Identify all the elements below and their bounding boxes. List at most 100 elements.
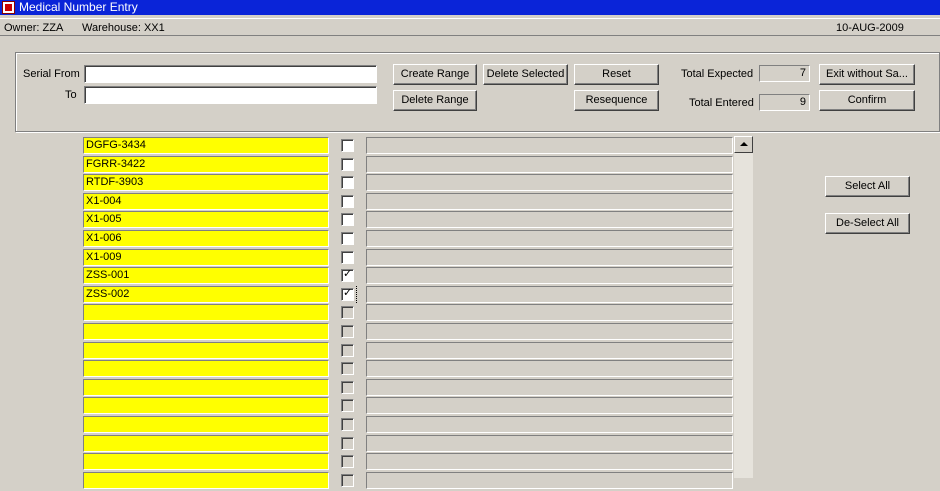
table-row: [0, 323, 760, 342]
info-bar: Owner: ZZA Warehouse: XX1 10-AUG-2009: [0, 18, 940, 36]
serial-cell[interactable]: X1-006: [83, 230, 329, 247]
confirm-button[interactable]: Confirm: [819, 90, 915, 111]
to-input[interactable]: [84, 86, 377, 104]
date-label: 10-AUG-2009: [836, 22, 904, 34]
window-title: Medical Number Entry: [19, 0, 138, 14]
row-checkbox[interactable]: [341, 418, 354, 431]
table-row: ZSS-002 ✓: [0, 285, 760, 305]
description-cell: [366, 323, 733, 340]
serial-cell[interactable]: [83, 397, 329, 415]
row-checkbox[interactable]: [341, 399, 354, 413]
serial-cell[interactable]: [83, 416, 329, 433]
serial-cell[interactable]: RTDF-3903: [83, 174, 329, 192]
row-checkbox[interactable]: [341, 362, 354, 376]
focus-indicator: [356, 286, 358, 303]
row-checkbox[interactable]: [341, 343, 354, 357]
table-row: DGFG-3434: [0, 137, 760, 156]
description-cell: [366, 304, 733, 322]
check-icon: ✓: [343, 268, 353, 281]
serial-cell[interactable]: ZSS-002: [83, 285, 329, 303]
total-entered-value: 9: [759, 94, 810, 111]
serial-cell[interactable]: X1-005: [83, 211, 329, 229]
exit-without-save-button[interactable]: Exit without Sa...: [819, 64, 915, 85]
description-cell: [366, 137, 733, 154]
check-icon: ✓: [343, 286, 353, 299]
table-row: X1-004: [0, 192, 760, 212]
title-bar: Medical Number Entry: [0, 0, 940, 15]
table-row: [0, 453, 760, 472]
description-cell: [366, 434, 733, 452]
serial-cell[interactable]: [83, 341, 329, 359]
serial-cell[interactable]: [83, 471, 329, 489]
table-row: X1-009: [0, 248, 760, 268]
delete-range-button[interactable]: Delete Range: [393, 90, 477, 111]
app-icon: [2, 1, 15, 14]
total-expected-label: Total Expected: [681, 68, 754, 80]
description-cell: [366, 471, 733, 489]
table-row: [0, 434, 760, 454]
description-cell: [366, 285, 733, 303]
description-cell: [366, 453, 733, 471]
description-cell: [366, 155, 733, 173]
serial-cell[interactable]: [83, 434, 329, 452]
serial-cell[interactable]: FGRR-3422: [83, 155, 329, 173]
to-label: To: [65, 89, 77, 101]
description-cell: [366, 248, 733, 266]
row-checkbox[interactable]: [341, 213, 354, 227]
serial-cell[interactable]: X1-009: [83, 248, 329, 266]
table-row: [0, 304, 760, 323]
create-range-button[interactable]: Create Range: [393, 64, 477, 85]
delete-selected-button[interactable]: Delete Selected: [483, 64, 568, 85]
resequence-button[interactable]: Resequence: [574, 90, 659, 111]
serial-from-input[interactable]: [84, 65, 377, 83]
table-row: [0, 378, 760, 398]
table-row: [0, 341, 760, 361]
table-row: [0, 416, 760, 435]
row-checkbox[interactable]: [341, 250, 354, 264]
description-cell: [366, 416, 733, 433]
description-cell: [366, 211, 733, 229]
description-cell: [366, 378, 733, 396]
description-cell: [366, 192, 733, 210]
serial-cell[interactable]: DGFG-3434: [83, 137, 329, 154]
row-checkbox[interactable]: [341, 176, 354, 190]
table-row: [0, 471, 760, 491]
row-checkbox[interactable]: [341, 455, 354, 469]
row-checkbox[interactable]: [341, 380, 354, 394]
grid-scrollbar[interactable]: [734, 136, 753, 478]
table-row: X1-006: [0, 230, 760, 249]
owner-label: Owner: ZZA: [4, 22, 64, 34]
total-entered-label: Total Entered: [689, 97, 754, 109]
serial-cell[interactable]: [83, 378, 329, 396]
scroll-up-arrow-icon[interactable]: [734, 136, 753, 153]
deselect-all-button[interactable]: De-Select All: [825, 213, 910, 234]
description-cell: [366, 230, 733, 247]
row-checkbox[interactable]: [341, 473, 354, 487]
row-checkbox[interactable]: [341, 157, 354, 171]
reset-button[interactable]: Reset: [574, 64, 659, 85]
row-checkbox[interactable]: [341, 436, 354, 450]
row-checkbox[interactable]: [341, 306, 354, 320]
table-row: [0, 360, 760, 379]
select-all-button[interactable]: Select All: [825, 176, 910, 197]
serial-cell[interactable]: [83, 323, 329, 340]
description-cell: [366, 341, 733, 359]
description-cell: [366, 174, 733, 192]
warehouse-label: Warehouse: XX1: [82, 22, 165, 34]
serial-cell[interactable]: X1-004: [83, 192, 329, 210]
row-checkbox[interactable]: ✓: [341, 286, 354, 301]
description-cell: [366, 397, 733, 415]
serial-cell[interactable]: [83, 453, 329, 471]
row-checkbox[interactable]: [341, 139, 354, 152]
table-row: ZSS-001 ✓: [0, 267, 760, 286]
serial-cell[interactable]: [83, 360, 329, 378]
table-row: RTDF-3903: [0, 174, 760, 193]
row-checkbox[interactable]: [341, 232, 354, 245]
row-checkbox[interactable]: [341, 325, 354, 338]
serial-cell[interactable]: [83, 304, 329, 322]
row-checkbox[interactable]: [341, 194, 354, 208]
row-checkbox[interactable]: ✓: [341, 268, 354, 283]
description-cell: [366, 360, 733, 378]
serial-cell[interactable]: ZSS-001: [83, 267, 329, 285]
serial-from-label: Serial From: [23, 68, 80, 80]
